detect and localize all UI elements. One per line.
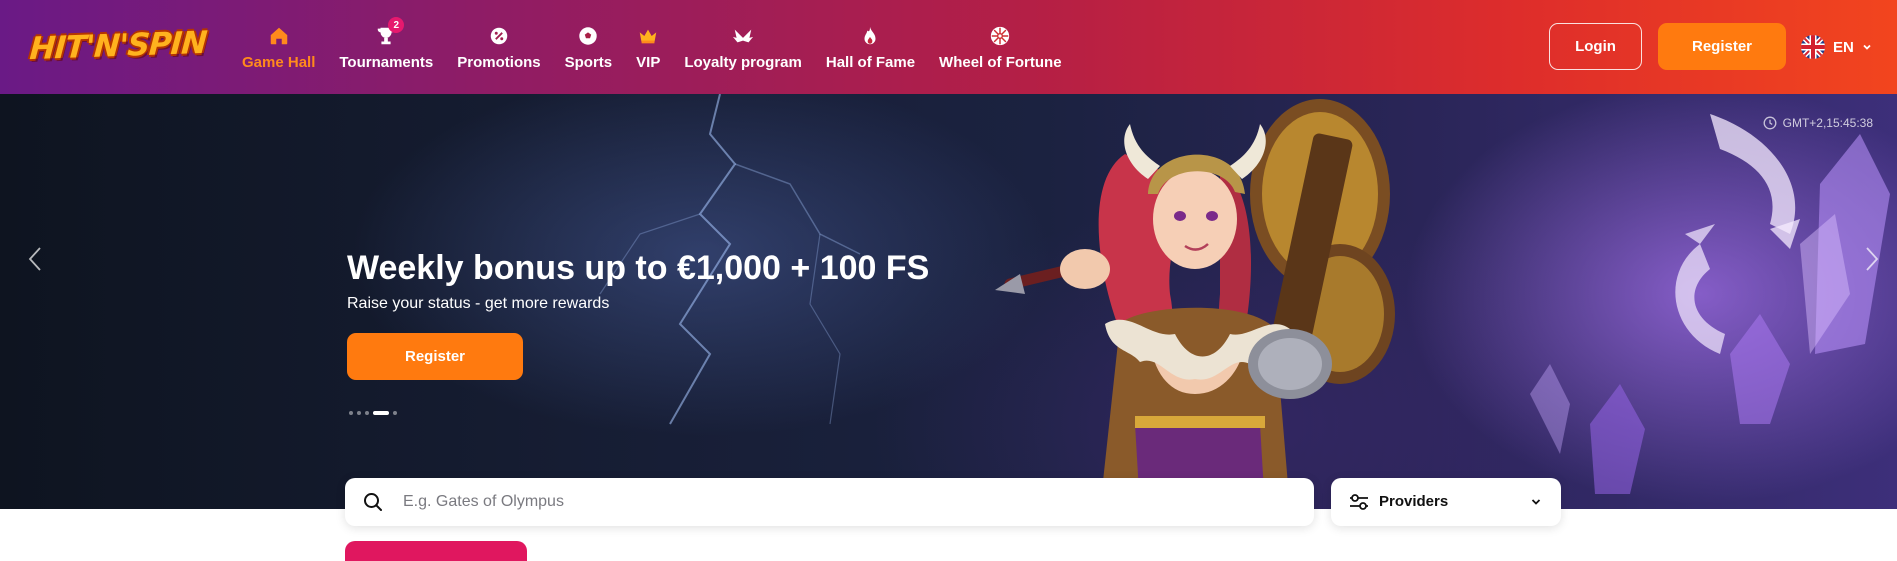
soccer-ball-icon <box>576 24 600 48</box>
slide-dot[interactable] <box>349 411 353 415</box>
language-selector[interactable]: EN <box>1801 33 1872 61</box>
chevron-left-icon <box>28 247 41 271</box>
site-logo[interactable]: HIT'N'SPIN <box>28 24 207 68</box>
nav-item-promotions[interactable]: Promotions <box>445 0 552 94</box>
nav-label: Wheel of Fortune <box>939 53 1062 71</box>
lightning-decoration <box>599 94 861 425</box>
search-icon <box>364 493 382 511</box>
search-input[interactable] <box>403 478 1293 526</box>
flame-icon <box>858 24 882 48</box>
slider-pagination <box>349 411 397 415</box>
logo-text: HIT'N'SPIN <box>28 24 208 68</box>
crown-icon <box>636 24 660 48</box>
percent-badge-icon <box>487 24 511 48</box>
tournaments-count-badge: 2 <box>388 17 405 33</box>
nav-label: VIP <box>636 53 661 71</box>
hero-register-button[interactable]: Register <box>347 333 523 380</box>
slide-dot[interactable] <box>357 411 361 415</box>
chevron-down-icon <box>1863 44 1871 50</box>
language-code: EN <box>1833 38 1854 56</box>
slide-dot[interactable] <box>365 411 369 415</box>
nav-item-vip[interactable]: VIP <box>624 0 672 94</box>
nav-item-hall-of-fame[interactable]: Hall of Fame <box>814 0 927 94</box>
nav-label: Loyalty program <box>684 53 802 71</box>
wings-icon <box>731 24 755 48</box>
main-nav: Game Hall 2 Tournaments Promotions Sport… <box>230 0 1074 94</box>
top-header: HIT'N'SPIN Game Hall 2 Tournaments Promo… <box>0 0 1897 94</box>
nav-label: Sports <box>564 53 613 71</box>
category-tab-partial[interactable] <box>345 541 527 561</box>
register-button[interactable]: Register <box>1658 23 1786 70</box>
hero-banner: GMT+2,15:45:38 Weekly bonus up to €1,000… <box>0 94 1897 509</box>
nav-item-wheel-of-fortune[interactable]: Wheel of Fortune <box>927 0 1074 94</box>
slider-next-button[interactable] <box>1857 244 1887 274</box>
crystal-cave-illustration <box>1530 114 1890 494</box>
nav-item-sports[interactable]: Sports <box>553 0 625 94</box>
nav-item-game-hall[interactable]: Game Hall <box>230 0 327 94</box>
slide-dot-active[interactable] <box>373 411 389 415</box>
chevron-right-icon <box>1866 247 1879 271</box>
viking-character-illustration <box>995 99 1395 509</box>
uk-flag-icon <box>1801 35 1825 59</box>
login-button[interactable]: Login <box>1549 23 1642 70</box>
filter-sliders-icon <box>1350 494 1368 510</box>
home-icon <box>267 24 291 48</box>
providers-label: Providers <box>1379 493 1449 510</box>
nav-label: Promotions <box>457 53 541 71</box>
slide-dot[interactable] <box>393 411 397 415</box>
nav-label: Hall of Fame <box>825 53 916 71</box>
nav-label: Tournaments <box>339 53 434 71</box>
hero-title: Weekly bonus up to €1,000 + 100 FS <box>347 249 930 287</box>
chevron-down-icon <box>1531 499 1541 505</box>
nav-item-loyalty[interactable]: Loyalty program <box>672 0 814 94</box>
providers-dropdown[interactable]: Providers <box>1331 478 1561 526</box>
hero-subtitle: Raise your status - get more rewards <box>347 295 610 312</box>
nav-item-tournaments[interactable]: 2 Tournaments <box>327 0 445 94</box>
wheel-icon <box>988 24 1012 48</box>
game-search-box <box>345 478 1314 526</box>
nav-label: Game Hall <box>242 53 316 71</box>
slider-prev-button[interactable] <box>20 244 50 274</box>
